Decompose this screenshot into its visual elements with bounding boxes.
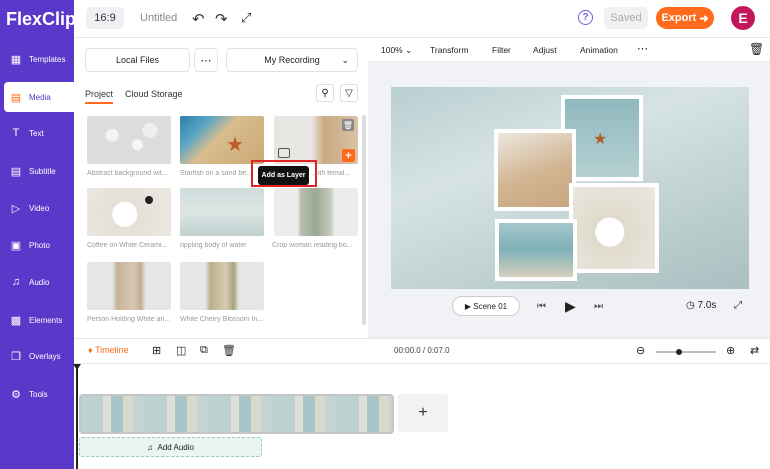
local-files-button[interactable]: Local Files [85, 48, 190, 72]
media-thumb-person[interactable] [87, 262, 171, 310]
elements-icon: ▩ [10, 314, 22, 327]
sidebar-item-text[interactable]: T Text [0, 118, 74, 148]
media-thumb-blossom[interactable] [180, 262, 264, 310]
media-thumb-coffee[interactable] [87, 188, 171, 236]
fullscreen-icon[interactable]: ⤢ [241, 10, 251, 26]
sidebar-item-media[interactable]: ▤ Media [4, 82, 74, 112]
search-icon[interactable]: ⚲ [316, 84, 334, 102]
layer-icon[interactable] [278, 148, 290, 158]
sidebar-item-tools[interactable]: ⚙ Tools [0, 379, 74, 409]
media-thumb-abstract[interactable] [87, 116, 171, 164]
add-audio-button[interactable]: ♫ Add Audio [79, 437, 262, 457]
sidebar-item-audio[interactable]: ♫ Audio [0, 267, 74, 297]
play-icon[interactable]: ▶ [565, 298, 576, 315]
zoom-slider-handle[interactable] [676, 349, 682, 355]
tab-cloud-storage[interactable]: Cloud Storage [125, 89, 183, 99]
zoom-out-icon[interactable]: ⊖ [636, 344, 645, 357]
sidebar: ▦ Templates ▤ Media T Text ▤ Subtitle ▷ Video… [0, 38, 74, 469]
redo-icon[interactable]: ↷ [215, 10, 228, 28]
tab-project[interactable]: Project [85, 89, 114, 104]
avatar[interactable]: E [731, 6, 755, 30]
aspect-ratio-button[interactable]: 16:9 [86, 7, 124, 29]
subtitle-icon: ▤ [10, 165, 22, 178]
split-icon[interactable]: ◫ [176, 344, 186, 357]
media-scrollbar[interactable] [362, 115, 366, 325]
duplicate-icon[interactable]: ⧉ [200, 344, 208, 357]
timeline-clip[interactable]: 01 [79, 394, 394, 434]
audio-icon: ♫ [11, 276, 21, 288]
next-icon[interactable]: ⏭ [594, 301, 603, 312]
collage-photo-beach[interactable] [495, 219, 577, 281]
media-caption: Coffee on White Cerami... [87, 242, 168, 249]
fit-icon[interactable]: ⇄ [750, 344, 759, 357]
media-caption: White Cherry Blossom In... [180, 316, 264, 323]
text-icon: T [12, 127, 20, 139]
project-title[interactable]: Untitled [140, 12, 177, 24]
media-icon: ▤ [10, 91, 22, 104]
highlight-box [251, 160, 317, 187]
timeline-time: 00:00.0 / 0:07.0 [394, 346, 450, 355]
sidebar-item-photo[interactable]: ▣ Photo [0, 230, 74, 260]
sidebar-item-templates[interactable]: ▦ Templates [0, 44, 74, 74]
templates-icon: ▦ [10, 53, 22, 66]
zoom-in-icon[interactable]: ⊕ [726, 344, 735, 357]
flexclip-logo: FlexClip [0, 0, 76, 38]
photo-icon: ▣ [10, 239, 22, 252]
add-icon[interactable]: + [342, 149, 355, 162]
media-thumb-woman[interactable]: 🗑 + [274, 116, 358, 164]
tools-icon: ⚙ [11, 388, 21, 401]
saved-button[interactable]: Saved [604, 7, 648, 29]
more-options-button[interactable]: ⋯ [194, 48, 218, 72]
media-caption: Person Holding White an... [87, 316, 171, 323]
add-clip-button[interactable]: + [398, 394, 448, 432]
sidebar-item-overlays[interactable]: ❐ Overlays [0, 341, 74, 371]
coffee-dot [145, 196, 153, 204]
overlays-icon: ❐ [11, 350, 21, 363]
media-caption: ...ith femal... [312, 170, 351, 177]
timeline-label[interactable]: ♦ Timeline [88, 345, 129, 355]
trash-icon[interactable]: 🗑 [222, 344, 236, 357]
media-caption: rippling body of water [180, 242, 247, 249]
add-scene-icon[interactable]: ⊞ [152, 344, 161, 357]
video-icon: ▷ [11, 202, 21, 215]
media-thumb-water[interactable] [180, 188, 264, 236]
zoom-slider[interactable] [656, 349, 716, 355]
media-caption: Crop woman reading bo... [272, 242, 353, 249]
expand-icon[interactable]: ⤢ [734, 300, 742, 311]
media-thumb-starfish[interactable]: ★ [180, 116, 264, 164]
clock-icon: ◷ [686, 300, 695, 311]
animation-button[interactable]: Animation [580, 45, 618, 55]
adjust-button[interactable]: Adjust [533, 45, 557, 55]
sidebar-item-video[interactable]: ▷ Video [0, 193, 74, 223]
my-recording-dropdown[interactable]: My Recording ⌄ [226, 48, 358, 72]
canvas-stage[interactable]: ★ [391, 87, 749, 289]
previous-icon[interactable]: ⏮ [537, 301, 546, 312]
scene-button[interactable]: ▶ Scene 01 [452, 296, 520, 316]
duration[interactable]: ◷ 7.0s [686, 300, 716, 311]
trash-icon[interactable]: 🗑 [342, 119, 354, 131]
transform-button[interactable]: Transform [430, 45, 468, 55]
collage-photo-coffee[interactable] [569, 183, 659, 273]
export-button[interactable]: Export ➜ [656, 7, 714, 29]
filter-button[interactable]: Filter [492, 45, 511, 55]
sidebar-item-subtitle[interactable]: ▤ Subtitle [0, 156, 74, 186]
delete-icon[interactable]: 🗑 [749, 42, 764, 56]
media-thumb-reading[interactable] [274, 188, 358, 236]
media-caption: Abstract background wit... [87, 170, 168, 177]
filter-icon[interactable]: ▽ [340, 84, 358, 102]
chevron-down-icon: ⌄ [341, 55, 349, 65]
starfish-shape: ★ [226, 134, 244, 156]
zoom-dropdown[interactable]: 100% ⌄ [381, 45, 412, 56]
music-icon: ♫ [147, 442, 154, 452]
collage-photo-woman[interactable] [494, 129, 576, 211]
timeline-toolbar: ♦ Timeline ⊞ ◫ ⧉ 🗑 00:00.0 / 0:07.0 ⊖ ⊕ … [74, 338, 770, 364]
help-icon[interactable]: ? [578, 10, 593, 25]
playhead[interactable] [76, 364, 78, 469]
undo-icon[interactable]: ↶ [192, 10, 205, 28]
sidebar-item-elements[interactable]: ▩ Elements [0, 305, 74, 335]
preview-toolbar: 100% ⌄ Transform Filter Adjust Animation… [368, 38, 770, 62]
more-icon[interactable]: ⋯ [637, 42, 648, 55]
